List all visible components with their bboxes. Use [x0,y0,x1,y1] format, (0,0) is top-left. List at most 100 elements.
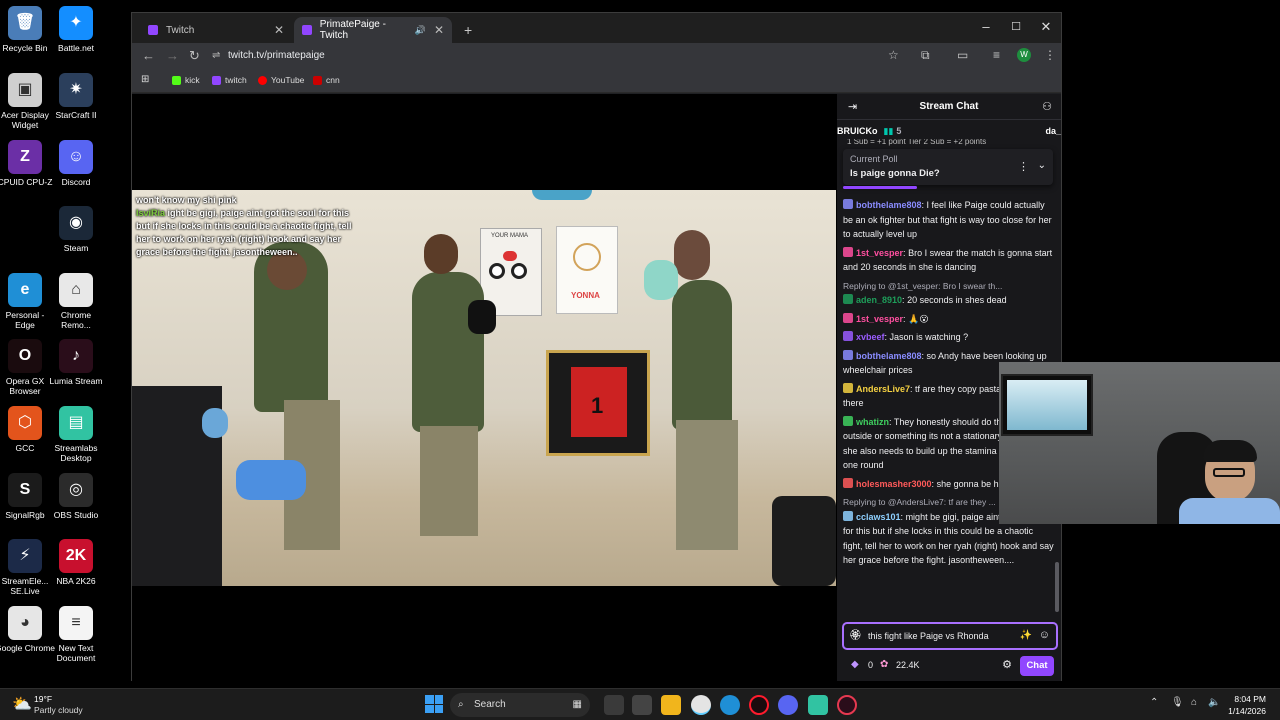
site-info-icon[interactable]: ⇌ [212,50,220,61]
desktop-icon[interactable]: ☺ Discord [46,140,106,187]
chat-username[interactable]: bobthelame808 [856,200,922,210]
forward-icon[interactable]: → [166,48,179,63]
task-view-icon[interactable] [604,695,624,715]
lumia-taskbar-icon[interactable] [837,695,857,715]
chat-message[interactable]: xvbeef: Jason is watching ? [843,330,1055,345]
bookmark-kick[interactable]: kick [172,75,200,85]
start-button[interactable] [425,695,443,713]
user-badge-icon[interactable] [843,477,853,488]
user-badge-icon[interactable] [843,199,853,209]
cheer-icon[interactable]: ✨ [1020,630,1032,641]
chat-username[interactable]: whatizn [856,417,889,427]
current-poll[interactable]: Current Poll Is paige gonna Die? ⋮ ⌄ [843,149,1053,185]
extensions-icon[interactable]: ⧉ [921,48,930,63]
poll-more-icon[interactable]: ⋮ [1018,160,1029,173]
weather-icon[interactable]: ⛅ [12,694,32,714]
taskbar-app-icon[interactable] [632,695,652,715]
desktop-icon[interactable]: ◎ OBS Studio [46,473,106,520]
clock-date[interactable]: 1/14/2026 [1222,706,1266,716]
reply-context[interactable]: Replying to @1st_vesper: Bro I swear th.… [843,279,1055,294]
desktop-icon-label: Chrome Remo... [60,310,92,330]
user-badge-icon[interactable] [843,294,853,304]
tray-chevron-icon[interactable]: ⌃ [1150,697,1158,708]
desktop-icon[interactable]: 2K NBA 2K26 [46,539,106,586]
streamlabs-taskbar-icon[interactable] [808,695,828,715]
bookmark-twitch[interactable]: twitch [212,75,247,85]
maximize-button[interactable]: ☐ [1004,20,1028,33]
chat-message[interactable]: 1st_vesper: 🙏😮 [843,312,1055,327]
close-tab-icon[interactable]: ✕ [274,23,284,37]
edge-taskbar-icon[interactable] [720,695,740,715]
desktop-icon[interactable]: ◉ Steam [46,206,106,253]
profile-avatar[interactable]: W [1017,48,1031,62]
file-explorer-icon[interactable] [661,695,681,715]
chat-send-button[interactable]: Chat [1020,656,1054,676]
chat-username[interactable]: 1st_vesper [856,248,903,258]
apps-grid-icon[interactable]: ⊞ [141,74,149,85]
desktop-icon[interactable]: ▤ Streamlabs Desktop [46,406,106,463]
chat-username[interactable]: holesmasher3000 [856,479,932,489]
mic-icon[interactable]: 🎙 [1171,697,1184,708]
desktop-icon[interactable]: ⌂ Chrome Remo... [46,273,106,330]
bookmark-youtube[interactable]: YouTube [258,75,304,85]
clock-time[interactable]: 8:04 PM [1226,694,1266,704]
chat-username[interactable]: 1st_vesper [856,314,903,324]
tab-primatepaige[interactable]: PrimatePaige - Twitch 🔊 ✕ [294,17,452,43]
close-window-button[interactable]: ✕ [1034,19,1058,35]
chat-message[interactable]: 1st_vesper: Bro I swear the match is gon… [843,246,1055,275]
desktop-icon[interactable]: ♪ Lumia Stream [46,339,106,386]
desktop-icon-label: Battle.net [58,43,94,53]
badge-icon[interactable]: 🏵 [849,630,862,641]
weather-desc[interactable]: Partly cloudy [34,705,83,715]
network-icon[interactable]: ⌂ [1191,697,1197,708]
menu-icon[interactable]: ⋮ [1044,48,1056,62]
chat-input[interactable]: 🏵 this fight like Paige vs Rhonda ✨ ☺ [842,622,1058,650]
address-bar[interactable]: twitch.tv/primatepaige [228,50,325,61]
tab-twitch[interactable]: Twitch ✕ [140,17,292,43]
bookmark-cnn[interactable]: cnn [313,75,340,85]
video-player[interactable]: YOUR MAMA YONNA 1 won't know my shi pink… [132,94,836,681]
user-badge-icon[interactable] [843,382,853,393]
chevron-down-icon[interactable]: ⌄ [1038,160,1046,171]
chrome-taskbar-icon[interactable] [691,695,711,715]
chat-username[interactable]: aden_8910 [856,295,902,305]
chat-message[interactable]: bobthelame808: I feel like Paige could a… [843,198,1055,242]
sidepanel-icon[interactable]: ▭ [957,48,968,62]
volume-icon[interactable]: 🔈 [1208,697,1220,708]
chat-settings-icon[interactable]: ⚙ [1002,658,1012,671]
new-tab-button[interactable]: + [456,17,480,43]
channel-points-icon[interactable]: ✿ [880,659,888,670]
discord-taskbar-icon[interactable] [778,695,798,715]
chat-username[interactable]: AndersLive7 [856,384,910,394]
user-badge-icon[interactable] [843,246,853,257]
chat-username[interactable]: bobthelame808 [856,351,922,361]
community-icon[interactable]: ⚇ [1042,100,1052,113]
taskbar-search[interactable]: ⌕ Search ▦ [450,693,590,717]
close-tab-icon[interactable]: ✕ [434,23,444,37]
opera-taskbar-icon[interactable] [749,695,769,715]
chat-username[interactable]: xvbeef [856,332,885,342]
minimize-button[interactable]: – [974,19,998,34]
chat-message[interactable]: Replying to @1st_vesper: Bro I swear th.… [843,279,1055,308]
media-icon[interactable]: ≡ [993,48,1000,62]
chat-input-text[interactable]: this fight like Paige vs Rhonda [868,631,989,641]
speaker-icon[interactable]: 🔊 [415,25,426,36]
user-badge-icon[interactable] [843,510,853,521]
weather-temp[interactable]: 19°F [34,694,52,704]
desktop-icon[interactable]: ✷ StarCraft II [46,73,106,120]
user-badge-icon[interactable] [843,415,853,426]
back-icon[interactable]: ← [142,48,155,63]
desktop-icon[interactable]: ✦ Battle.net [46,6,106,53]
emote-picker-icon[interactable]: ☺ [1039,629,1050,641]
user-badge-icon[interactable] [843,331,853,341]
channel-points-count[interactable]: 22.4K [896,660,920,670]
chat-scrollbar[interactable] [1055,562,1059,612]
stream-video[interactable]: YOUR MAMA YONNA 1 won't know my shi pink… [132,190,836,586]
bits-icon[interactable]: ◆ [851,659,859,670]
user-badge-icon[interactable] [843,349,853,360]
chat-username[interactable]: cclaws101 [856,512,901,522]
user-badge-icon[interactable] [843,312,853,323]
desktop-icon[interactable]: ≡ New Text Document [46,606,106,663]
bookmark-star-icon[interactable]: ☆ [888,48,899,62]
reload-icon[interactable]: ↻ [189,48,200,64]
